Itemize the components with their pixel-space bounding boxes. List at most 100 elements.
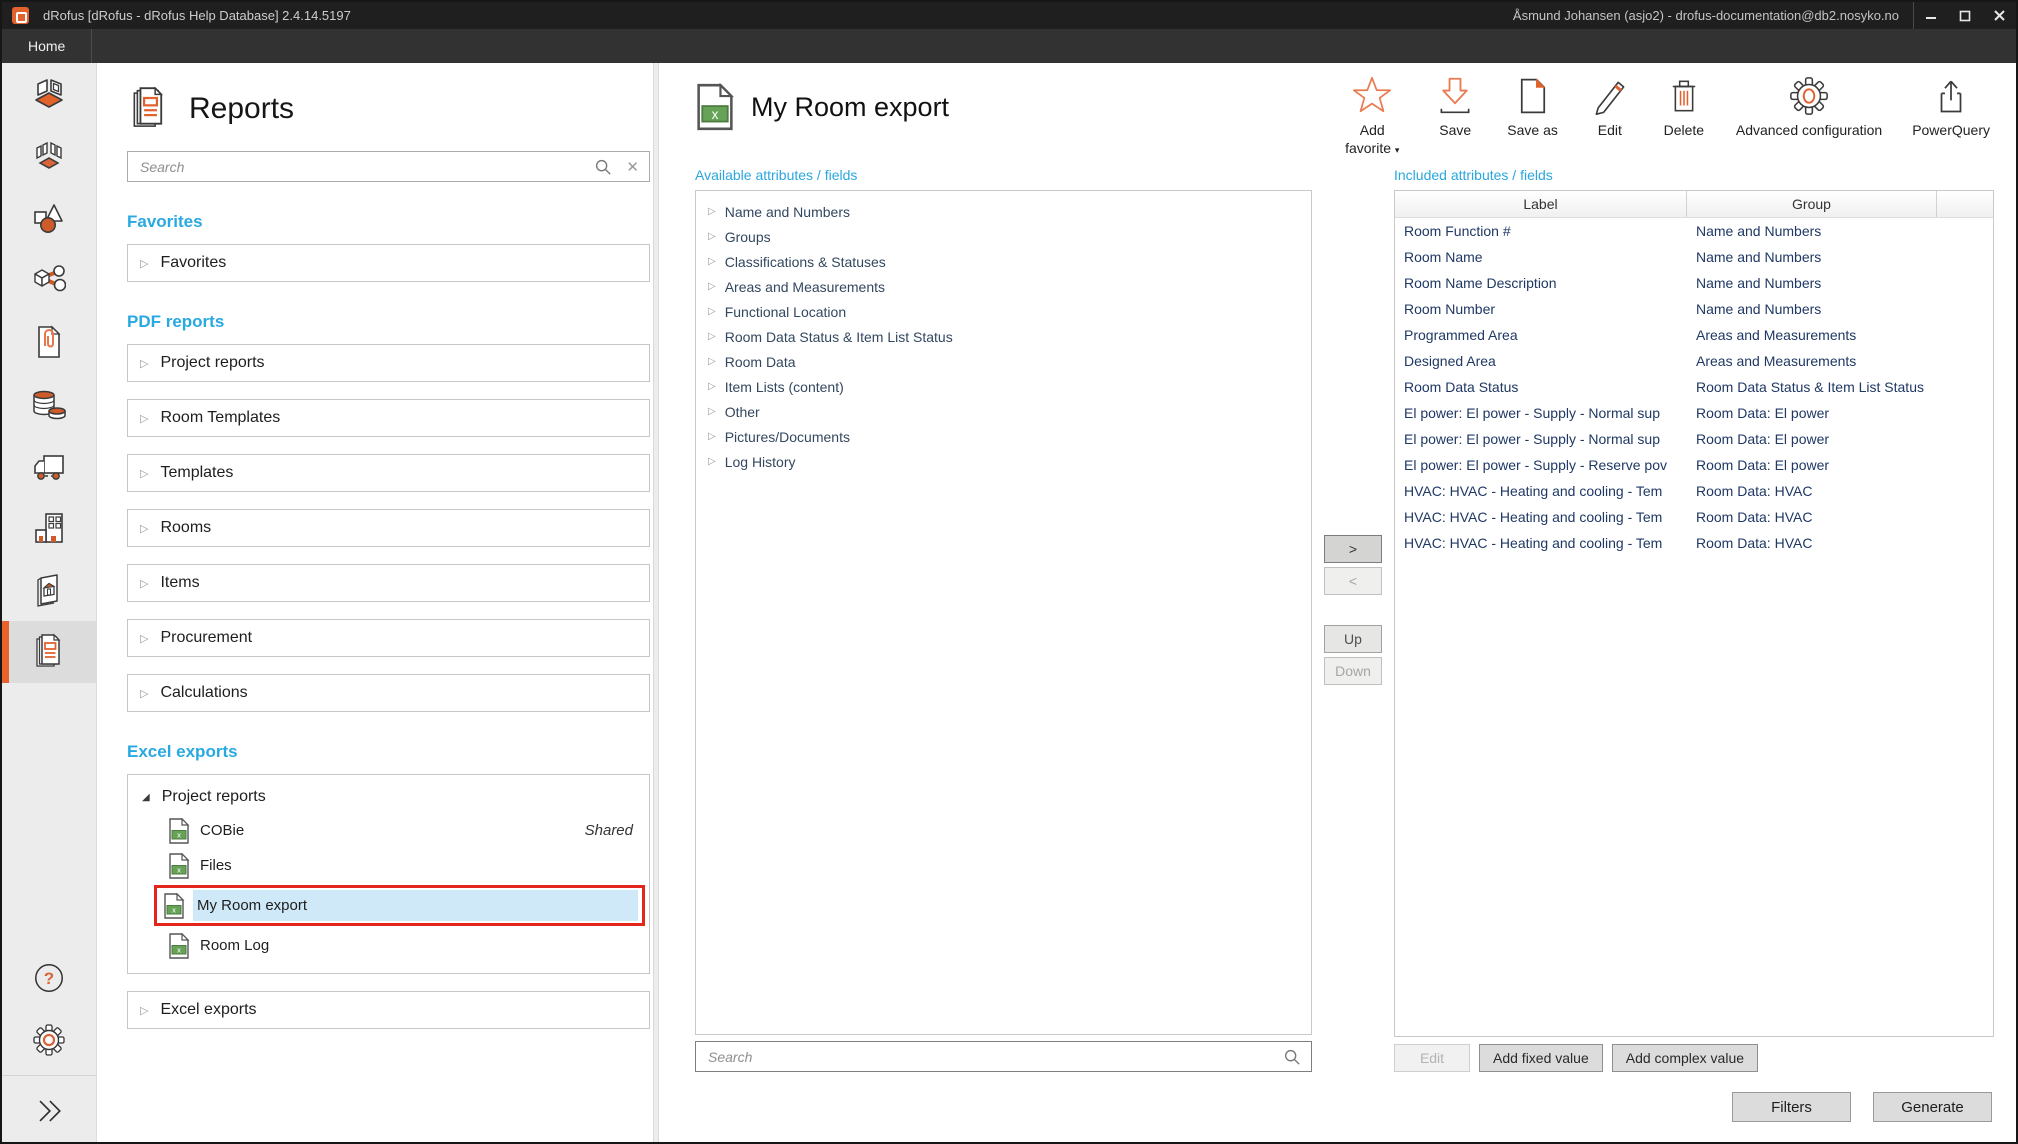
tree-node-project-reports[interactable]: ◢ Project reports	[130, 781, 645, 813]
maximize-button[interactable]	[1948, 2, 1982, 29]
collapsed-arrow-icon: ▷	[140, 632, 148, 645]
excel-file-icon	[168, 933, 190, 959]
attribute-group-item[interactable]: ▷ Room Data	[696, 349, 1311, 374]
column-header-extra[interactable]	[1937, 191, 1993, 217]
footer-actions: Filters Generate	[695, 1092, 1992, 1122]
close-button[interactable]	[1982, 2, 2016, 29]
sidebar-divider	[2, 1075, 96, 1076]
sidebar-item-item-groups[interactable]	[2, 249, 96, 311]
report-group-excel-exports[interactable]: ▷ Excel exports	[127, 991, 650, 1029]
table-row[interactable]: Room Function # Name and Numbers	[1395, 218, 1993, 244]
save-icon	[1435, 75, 1475, 117]
sidebar-item-bim-models[interactable]	[2, 559, 96, 621]
sidebar-item-settings[interactable]	[2, 1009, 96, 1071]
collapsed-arrow-icon: ▷	[708, 231, 716, 242]
collapsed-arrow-icon: ▷	[708, 256, 716, 267]
reports-search-input[interactable]	[138, 158, 594, 176]
sidebar-item-room-templates[interactable]	[2, 125, 96, 187]
report-group[interactable]: ▷ Room Templates	[127, 399, 650, 437]
table-row[interactable]: Room Number Name and Numbers	[1395, 296, 1993, 322]
collapsed-arrow-icon: ▷	[708, 306, 716, 317]
report-group[interactable]: ▷ Project reports	[127, 344, 650, 382]
collapsed-arrow-icon: ▷	[140, 412, 148, 425]
report-group-favorites[interactable]: ▷ Favorites	[127, 244, 650, 282]
menu-home[interactable]: Home	[2, 29, 91, 63]
reports-panel: Reports ✕ Favorites ▷ Favorites PDF repo…	[97, 63, 653, 1142]
sidebar-item-documents[interactable]	[2, 311, 96, 373]
reports-search[interactable]: ✕	[127, 151, 650, 182]
remove-attribute-button[interactable]: <	[1324, 567, 1382, 595]
search-icon[interactable]	[594, 158, 612, 176]
table-row[interactable]: Room Name Description Name and Numbers	[1395, 270, 1993, 296]
edit-button[interactable]: Edit	[1588, 75, 1632, 140]
save-button[interactable]: Save	[1433, 75, 1477, 140]
delete-button[interactable]: Delete	[1662, 75, 1706, 140]
attribute-group-item[interactable]: ▷ Room Data Status & Item List Status	[696, 324, 1311, 349]
add-complex-value-button[interactable]: Add complex value	[1612, 1044, 1758, 1072]
tree-item-room-log[interactable]: Room Log	[168, 928, 645, 963]
report-group[interactable]: ▷ Items	[127, 564, 650, 602]
report-group[interactable]: ▷ Procurement	[127, 619, 650, 657]
tree-item-cobie[interactable]: COBie Shared	[168, 813, 645, 848]
add-fixed-value-button[interactable]: Add fixed value	[1479, 1044, 1603, 1072]
attribute-group-item[interactable]: ▷ Name and Numbers	[696, 199, 1311, 224]
filters-button[interactable]: Filters	[1732, 1092, 1851, 1122]
table-row[interactable]: HVAC: HVAC - Heating and cooling - Tem R…	[1395, 478, 1993, 504]
shared-badge: Shared	[585, 822, 633, 839]
selection-highlight: My Room export	[193, 890, 638, 921]
table-row[interactable]: Designed Area Areas and Measurements	[1395, 348, 1993, 374]
advanced-configuration-button[interactable]: Advanced configuration	[1736, 75, 1882, 140]
attribute-group-item[interactable]: ▷ Other	[696, 399, 1311, 424]
cell-label: HVAC: HVAC - Heating and cooling - Tem	[1395, 535, 1687, 551]
gear-icon	[1787, 75, 1831, 117]
report-editor-panel: My Room export Add favorite ▾	[659, 63, 2016, 1142]
minimize-button[interactable]	[1914, 2, 1948, 29]
sidebar-item-rooms[interactable]	[2, 63, 96, 125]
add-favorite-button[interactable]: Add favorite ▾	[1341, 75, 1403, 157]
table-row[interactable]: HVAC: HVAC - Heating and cooling - Tem R…	[1395, 504, 1993, 530]
cell-label: Room Name	[1395, 249, 1687, 265]
table-row[interactable]: Programmed Area Areas and Measurements	[1395, 322, 1993, 348]
tree-item-my-room-export-selected[interactable]: My Room export	[154, 885, 645, 926]
attribute-group-item[interactable]: ▷ Pictures/Documents	[696, 424, 1311, 449]
sidebar-expand-button[interactable]	[2, 1080, 96, 1142]
sidebar-item-database[interactable]	[2, 373, 96, 435]
attribute-group-item[interactable]: ▷ Classifications & Statuses	[696, 249, 1311, 274]
column-header-label[interactable]: Label	[1395, 191, 1687, 217]
attributes-search[interactable]	[695, 1041, 1312, 1072]
generate-button[interactable]: Generate	[1873, 1092, 1992, 1122]
column-header-group[interactable]: Group	[1687, 191, 1937, 217]
edit-value-button[interactable]: Edit	[1394, 1044, 1470, 1072]
save-as-button[interactable]: Save as	[1507, 75, 1558, 140]
attribute-group-item[interactable]: ▷ Item Lists (content)	[696, 374, 1311, 399]
move-up-button[interactable]: Up	[1324, 625, 1382, 653]
table-row[interactable]: Room Name Name and Numbers	[1395, 244, 1993, 270]
report-group[interactable]: ▷ Templates	[127, 454, 650, 492]
report-group[interactable]: ▷ Calculations	[127, 674, 650, 712]
move-down-button[interactable]: Down	[1324, 657, 1382, 685]
powerquery-button[interactable]: PowerQuery	[1912, 75, 1990, 140]
sidebar-item-help[interactable]: ?	[2, 947, 96, 1009]
tree-item-files[interactable]: Files	[168, 848, 645, 883]
user-session-label: Åsmund Johansen (asjo2) - drofus-documen…	[1513, 8, 1899, 23]
sidebar-item-procurement[interactable]	[2, 435, 96, 497]
attribute-group-item[interactable]: ▷ Areas and Measurements	[696, 274, 1311, 299]
attribute-group-item[interactable]: ▷ Log History	[696, 449, 1311, 474]
collapsed-arrow-icon: ▷	[708, 456, 716, 467]
clear-search-icon[interactable]: ✕	[626, 158, 639, 176]
table-row[interactable]: HVAC: HVAC - Heating and cooling - Tem R…	[1395, 530, 1993, 556]
search-icon[interactable]	[1283, 1048, 1301, 1066]
attribute-group-item[interactable]: ▷ Groups	[696, 224, 1311, 249]
table-row[interactable]: El power: El power - Supply - Normal sup…	[1395, 400, 1993, 426]
sidebar-item-buildings[interactable]	[2, 497, 96, 559]
report-group[interactable]: ▷ Rooms	[127, 509, 650, 547]
table-row[interactable]: El power: El power - Supply - Reserve po…	[1395, 452, 1993, 478]
add-attribute-button[interactable]: >	[1324, 535, 1382, 563]
sidebar-item-reports[interactable]	[2, 621, 96, 683]
table-row[interactable]: Room Data Status Room Data Status & Item…	[1395, 374, 1993, 400]
attribute-group-item[interactable]: ▷ Functional Location	[696, 299, 1311, 324]
table-row[interactable]: El power: El power - Supply - Normal sup…	[1395, 426, 1993, 452]
attributes-search-input[interactable]	[706, 1048, 1283, 1066]
cell-label: Designed Area	[1395, 353, 1687, 369]
sidebar-item-items[interactable]	[2, 187, 96, 249]
